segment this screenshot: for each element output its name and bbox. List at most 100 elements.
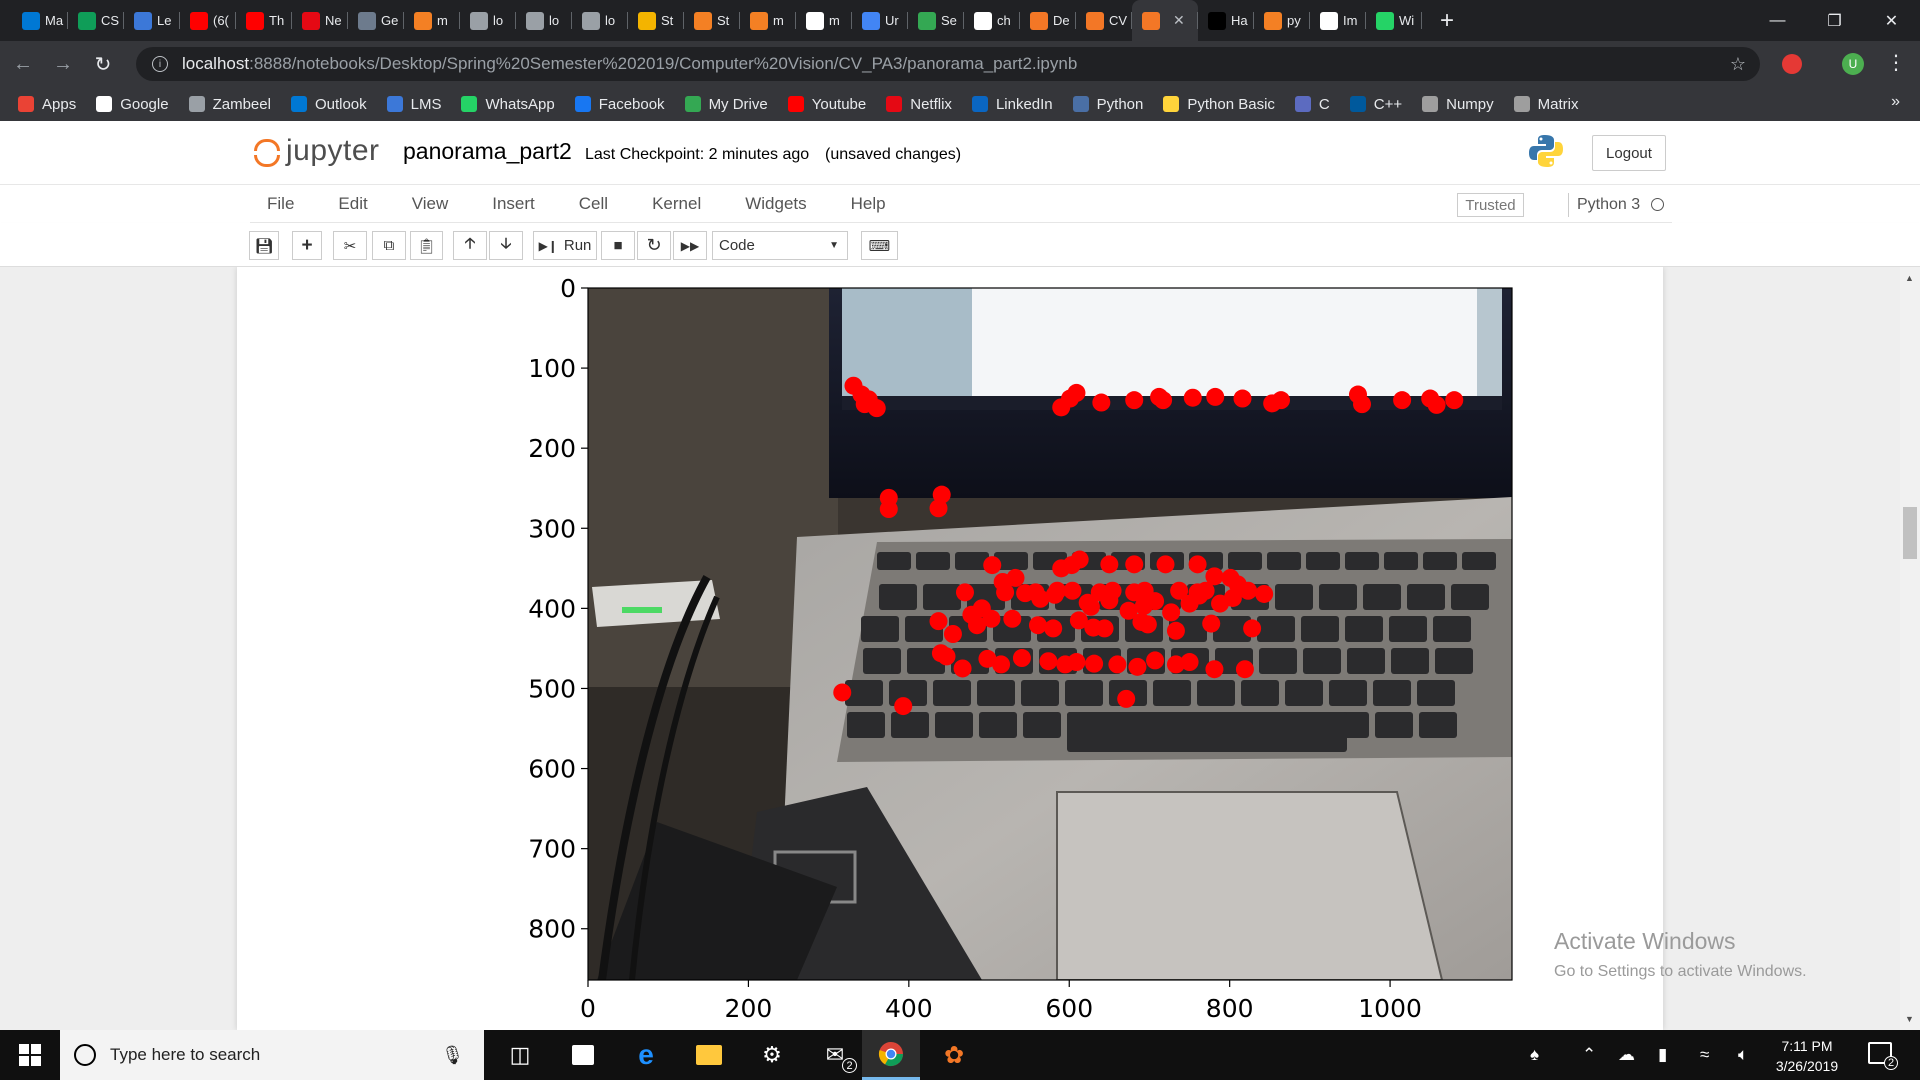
scroll-thumb[interactable] — [1903, 507, 1917, 559]
browser-menu-icon[interactable]: ⋮ — [1886, 50, 1906, 75]
browser-tab[interactable]: (6( — [180, 0, 236, 41]
cell-type-select[interactable]: Code ▼ — [712, 231, 848, 260]
browser-tab[interactable]: CS — [68, 0, 124, 41]
browser-tab[interactable]: Ma — [12, 0, 68, 41]
back-icon[interactable]: ← — [6, 53, 40, 76]
menu-insert[interactable]: Insert — [492, 194, 535, 214]
menu-view[interactable]: View — [412, 194, 449, 214]
browser-tab[interactable]: St — [684, 0, 740, 41]
people-icon[interactable]: ♠ — [1530, 1030, 1539, 1080]
menu-edit[interactable]: Edit — [338, 194, 367, 214]
bookmark-item[interactable]: Youtube — [787, 96, 866, 113]
browser-tab[interactable]: lo — [460, 0, 516, 41]
system-clock[interactable]: 7:11 PM 3/26/2019 — [1762, 1036, 1852, 1076]
browser-tab[interactable]: m — [740, 0, 796, 41]
trusted-indicator[interactable]: Trusted — [1457, 193, 1524, 217]
bookmark-item[interactable]: Outlook — [290, 96, 367, 113]
browser-tab[interactable]: m — [404, 0, 460, 41]
bookmark-item[interactable]: LMS — [386, 96, 441, 113]
cut-icon[interactable]: ✂ — [333, 231, 367, 260]
file-explorer-icon[interactable] — [680, 1030, 738, 1080]
browser-tab[interactable]: CV — [1076, 0, 1132, 41]
kernel-name[interactable]: Python 3 — [1568, 193, 1640, 217]
browser-tab[interactable]: m — [796, 0, 852, 41]
forward-icon[interactable]: → — [46, 53, 80, 76]
menu-cell[interactable]: Cell — [579, 194, 608, 214]
browser-tab[interactable]: Im — [1310, 0, 1366, 41]
browser-tab[interactable]: De — [1020, 0, 1076, 41]
browser-tab[interactable]: Wi — [1366, 0, 1422, 41]
bookmark-item[interactable]: Apps — [18, 96, 76, 113]
battery-icon[interactable]: ▮ — [1658, 1030, 1667, 1080]
menu-help[interactable]: Help — [851, 194, 886, 214]
bookmark-item[interactable]: C++ — [1349, 96, 1402, 113]
profile-avatar[interactable]: U — [1842, 53, 1864, 75]
tray-chevron-icon[interactable]: ⌃ — [1582, 1030, 1596, 1080]
bookmarks-overflow-icon[interactable]: » — [1891, 93, 1900, 111]
close-tab-icon[interactable]: ✕ — [1173, 12, 1185, 29]
bookmark-item[interactable]: Matrix — [1513, 96, 1578, 113]
bookmark-item[interactable]: C — [1294, 96, 1330, 113]
close-window-icon[interactable]: ✕ — [1863, 0, 1920, 41]
bookmark-item[interactable]: Python Basic — [1163, 96, 1275, 113]
browser-tab[interactable]: St — [628, 0, 684, 41]
save-icon[interactable]: 💾︎ — [249, 231, 279, 260]
menu-widgets[interactable]: Widgets — [745, 194, 806, 214]
browser-tab[interactable]: Ge — [348, 0, 404, 41]
bookmark-item[interactable]: Netflix — [886, 96, 952, 113]
browser-tab[interactable]: Ha — [1198, 0, 1254, 41]
interrupt-icon[interactable]: ■ — [601, 231, 635, 260]
notebook-name[interactable]: panorama_part2 — [403, 138, 572, 165]
extension-icon[interactable] — [1782, 54, 1802, 74]
bookmark-item[interactable]: My Drive — [684, 96, 768, 113]
store-icon[interactable] — [554, 1030, 612, 1080]
action-center-icon[interactable]: 2 — [1868, 1042, 1898, 1070]
volume-icon[interactable]: 🔈︎ — [1738, 1030, 1748, 1080]
menu-file[interactable]: File — [267, 194, 294, 214]
bookmark-item[interactable]: WhatsApp — [461, 96, 555, 113]
logout-button[interactable]: Logout — [1592, 135, 1666, 171]
bookmark-item[interactable]: Zambeel — [188, 96, 271, 113]
bookmark-item[interactable]: Facebook — [574, 96, 665, 113]
move-up-icon[interactable]: 🡡 — [453, 231, 487, 260]
edge-icon[interactable]: e — [617, 1030, 675, 1080]
onedrive-icon[interactable]: ☁ — [1618, 1030, 1635, 1080]
url-text[interactable]: localhost:8888/notebooks/Desktop/Spring%… — [182, 54, 1077, 74]
restart-icon[interactable]: ↻ — [637, 231, 671, 260]
jupyter-logo[interactable]: jupyter — [252, 133, 380, 169]
minimize-icon[interactable]: — — [1749, 0, 1806, 41]
scroll-up-icon[interactable]: ▲ — [1905, 273, 1914, 283]
browser-tab[interactable]: lo — [516, 0, 572, 41]
restart-run-all-icon[interactable]: ▶▶ — [673, 231, 707, 260]
browser-tab[interactable]: Ur — [852, 0, 908, 41]
menu-kernel[interactable]: Kernel — [652, 194, 701, 214]
jupyter-taskbar-icon[interactable]: ✿ — [925, 1030, 983, 1080]
browser-tab[interactable]: Le — [124, 0, 180, 41]
omnibox[interactable]: i localhost:8888/notebooks/Desktop/Sprin… — [136, 47, 1760, 81]
microphone-icon[interactable]: 🎙︎ — [441, 1045, 464, 1066]
browser-tab[interactable]: Th — [236, 0, 292, 41]
browser-tab[interactable]: ✕ — [1132, 0, 1198, 41]
run-button[interactable]: ▶❙ Run — [533, 231, 597, 260]
bookmark-item[interactable]: Numpy — [1422, 96, 1494, 113]
bookmark-star-icon[interactable]: ☆ — [1730, 54, 1746, 75]
paste-icon[interactable]: 📋︎ — [410, 231, 443, 260]
taskbar-search[interactable]: Type here to search 🎙︎ — [60, 1030, 484, 1080]
browser-tab[interactable]: Ne — [292, 0, 348, 41]
restore-icon[interactable]: ❐ — [1806, 0, 1863, 41]
move-down-icon[interactable]: 🡣 — [489, 231, 523, 260]
browser-tab[interactable]: py — [1254, 0, 1310, 41]
bookmark-item[interactable]: LinkedIn — [971, 96, 1053, 113]
vertical-scrollbar[interactable]: ▲ ▼ — [1900, 267, 1920, 1030]
site-info-icon[interactable]: i — [152, 56, 168, 72]
new-tab-icon[interactable]: + — [1440, 7, 1454, 35]
task-view-icon[interactable]: ◫ — [491, 1030, 549, 1080]
copy-icon[interactable]: ⧉ — [372, 231, 406, 260]
wifi-icon[interactable]: ≈ — [1700, 1030, 1709, 1080]
scroll-down-icon[interactable]: ▼ — [1905, 1014, 1914, 1024]
chrome-taskbar-icon[interactable] — [862, 1030, 920, 1080]
insert-cell-icon[interactable]: + — [292, 231, 322, 260]
bookmark-item[interactable]: Google — [96, 96, 169, 113]
mail-icon[interactable]: ✉ 2 — [806, 1030, 864, 1080]
start-button[interactable] — [0, 1030, 60, 1080]
